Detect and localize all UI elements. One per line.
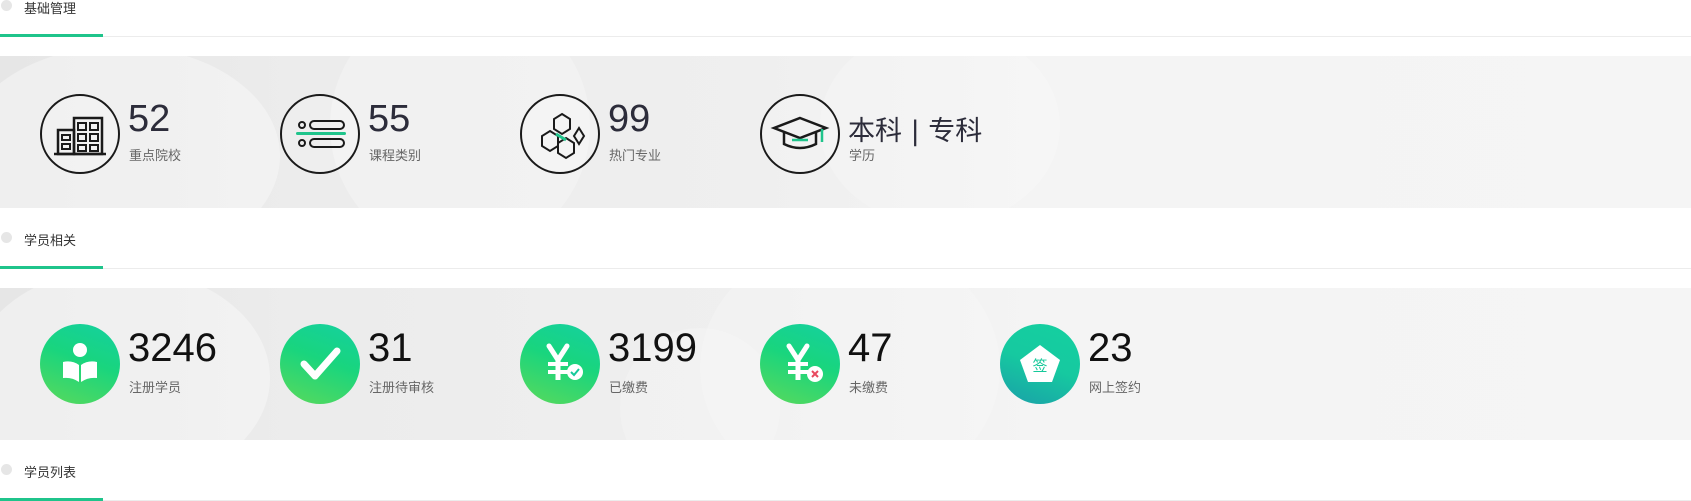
stat-label: 注册学员 [129,381,182,396]
basic-stats-panel: 52 重点院校 55 课程类别 99 热门专业 本科 | 专科 学历 [0,56,1691,208]
section-dot [1,0,12,11]
section-header-student-list: 学员列表 [0,464,1691,501]
stat-label: 重点院校 [129,149,182,164]
building-icon [40,94,120,174]
list-icon [280,94,360,174]
stat-label: 未缴费 [849,381,889,396]
stat-label: 已缴费 [609,381,649,396]
stat-value: 47 [848,326,893,370]
stat-label: 热门专业 [609,149,662,164]
checkmark-icon [280,324,360,404]
hexagons-icon [520,94,600,174]
section-header-basic: 基础管理 [0,0,1691,37]
stat-value: 本科 | 专科 [848,116,983,147]
section-title: 学员相关 [24,234,77,249]
section-underline [0,34,103,37]
student-stats-panel: 3246 注册学员 31 注册待审核 3199 已缴费 47 未缴费 签 23 … [0,288,1691,440]
stat-value: 23 [1088,326,1133,370]
stat-label: 网上签约 [1089,381,1142,396]
section-dot [1,464,12,475]
stat-label: 注册待审核 [369,381,435,396]
stat-value: 31 [368,326,413,370]
section-dot [1,232,12,243]
section-title: 基础管理 [24,2,77,17]
yuan-paid-icon [520,324,600,404]
stat-label: 学历 [849,149,876,164]
stat-value: 3199 [608,326,697,370]
book-reader-icon [40,324,120,404]
sign-pentagon-icon: 签 [1000,324,1080,404]
yuan-unpaid-icon [760,324,840,404]
stat-value: 52 [128,98,171,140]
stat-value: 99 [608,98,651,140]
stat-value: 3246 [128,326,217,370]
sign-icon-text: 签 [1032,357,1047,375]
graduation-cap-icon [760,94,840,174]
stat-value: 55 [368,98,411,140]
stat-label: 课程类别 [369,149,422,164]
section-title: 学员列表 [24,466,77,481]
section-underline [0,266,103,269]
section-header-students: 学员相关 [0,232,1691,269]
